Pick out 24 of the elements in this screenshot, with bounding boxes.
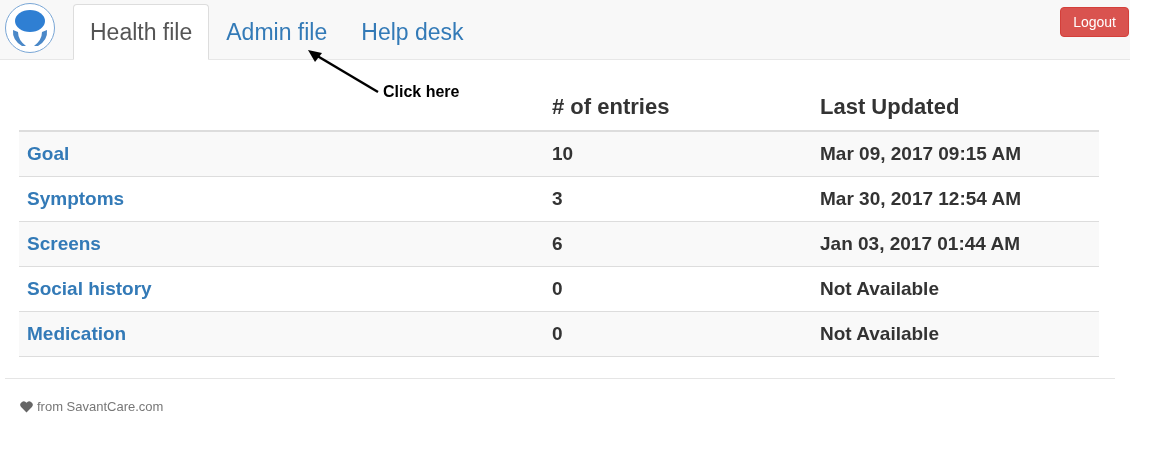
updated-cell-text: Not Available	[820, 278, 940, 300]
updated-cell-text: Mar 30, 2017 12:54 AM	[820, 188, 1023, 210]
entries-cell-text: 0	[552, 278, 564, 300]
heart-icon	[20, 400, 33, 413]
record-link[interactable]: Screens	[19, 233, 101, 254]
entries-cell-text: 0	[552, 323, 564, 345]
footer-text: from SavantCare.com	[37, 399, 164, 414]
entries-cell-text: 10	[552, 143, 575, 165]
entries-cell-text: 6	[552, 233, 564, 255]
record-link[interactable]: Goal	[19, 143, 70, 164]
nav-tab[interactable]: Health file	[73, 4, 210, 60]
column-header: Last Updated	[820, 94, 961, 120]
updated-cell-text: Not Available	[820, 323, 940, 345]
column-header: # of entries	[552, 94, 671, 120]
annotation-text: Click here	[383, 83, 460, 101]
record-link[interactable]: Symptoms	[19, 188, 125, 209]
updated-cell-text: Jan 03, 2017 01:44 AM	[820, 233, 1021, 255]
record-link[interactable]: Medication	[19, 323, 127, 344]
entries-cell-text: 3	[552, 188, 564, 210]
nav-tab[interactable]: Help desk	[344, 4, 481, 60]
updated-cell-text: Mar 09, 2017 09:15 AM	[820, 143, 1023, 165]
nav-tab[interactable]: Admin file	[209, 4, 345, 60]
logout-button[interactable]: Logout	[1060, 7, 1129, 37]
record-link[interactable]: Social history	[19, 278, 152, 299]
